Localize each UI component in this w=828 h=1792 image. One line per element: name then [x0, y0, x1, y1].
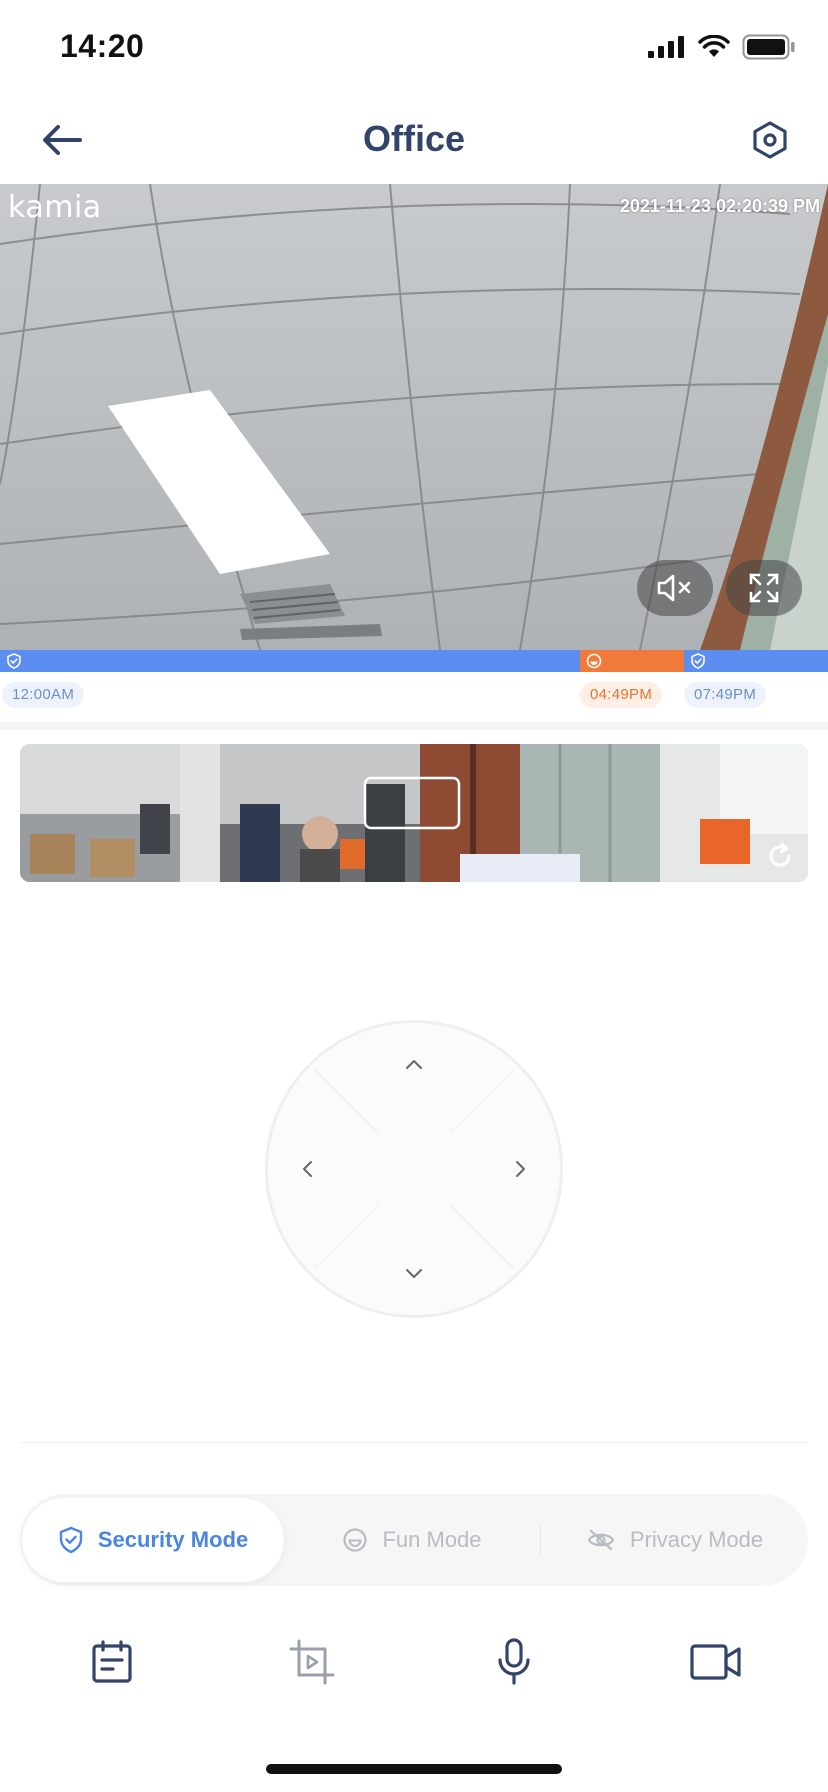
panorama-strip[interactable] — [20, 744, 808, 882]
time-label: 12:00AM — [2, 682, 85, 708]
record-button[interactable] — [684, 1630, 748, 1694]
microphone-icon — [498, 1638, 530, 1685]
privacy-mode-button[interactable]: Privacy Mode — [541, 1494, 808, 1586]
chevron-down-icon — [406, 1269, 422, 1278]
timeline-segment-security[interactable] — [684, 650, 828, 672]
ptz-direction-pad[interactable] — [265, 1020, 563, 1318]
header: Office — [0, 96, 828, 184]
divider — [0, 722, 828, 730]
bottom-toolbar — [0, 1630, 828, 1710]
live-video[interactable]: kamia 2021-11-23 02:20:39 PM — [0, 184, 828, 650]
refresh-icon — [769, 842, 791, 867]
security-mode-button[interactable]: Security Mode — [22, 1498, 284, 1582]
playback-calendar-button[interactable] — [80, 1630, 144, 1694]
page-title: Office — [362, 118, 466, 159]
status-icons — [648, 34, 796, 60]
mute-button[interactable] — [637, 560, 713, 616]
pan-right-button[interactable] — [496, 1144, 546, 1194]
smile-icon — [586, 653, 602, 669]
panorama-refresh-button[interactable] — [760, 836, 800, 876]
mode-timeline[interactable] — [0, 650, 828, 672]
chevron-up-icon — [406, 1060, 422, 1069]
battery-icon — [742, 34, 795, 60]
video-clip-icon — [289, 1639, 335, 1685]
video-timestamp: 2021-11-23 02:20:39 PM — [619, 196, 820, 216]
calendar-icon — [92, 1640, 132, 1683]
video-camera-icon — [690, 1644, 741, 1680]
signal-icon — [648, 36, 684, 58]
chevron-left-icon — [303, 1161, 312, 1177]
timeline-segment-security[interactable] — [0, 650, 580, 672]
chevron-right-icon — [516, 1161, 525, 1177]
talk-button[interactable] — [482, 1630, 546, 1694]
brand-logo: kamia — [8, 190, 102, 225]
fun-mode-button[interactable]: Fun Mode — [284, 1494, 540, 1586]
pan-down-button[interactable] — [389, 1249, 439, 1299]
hexagon-settings-icon — [753, 121, 787, 159]
status-time: 14:20 — [60, 28, 145, 64]
fullscreen-icon — [749, 573, 779, 603]
video-clip-button[interactable] — [280, 1630, 344, 1694]
shield-icon — [7, 653, 21, 669]
divider — [20, 1442, 808, 1443]
privacy-mode-label: Privacy Mode — [629, 1527, 764, 1552]
shield-icon — [691, 653, 705, 669]
wifi-icon — [698, 35, 730, 57]
panorama-image — [20, 744, 808, 882]
shield-icon — [59, 1526, 83, 1554]
fullscreen-button[interactable] — [726, 560, 802, 616]
settings-button[interactable] — [742, 112, 798, 168]
fun-mode-label: Fun Mode — [382, 1527, 482, 1552]
speaker-mute-icon — [657, 574, 691, 602]
eye-off-icon — [587, 1529, 615, 1551]
time-label: 07:49PM — [684, 682, 767, 708]
mode-selector: Security Mode Fun Mode Privacy Mode — [20, 1494, 808, 1586]
status-bar: 14:20 — [0, 0, 828, 96]
timeline-labels: 12:00AM 04:49PM 07:49PM — [0, 672, 828, 722]
pan-left-button[interactable] — [282, 1144, 332, 1194]
security-mode-label: Security Mode — [97, 1527, 249, 1552]
time-label: 04:49PM — [580, 682, 663, 708]
home-indicator — [266, 1764, 562, 1774]
pan-up-button[interactable] — [389, 1039, 439, 1089]
smile-icon — [343, 1528, 368, 1552]
timeline-segment-fun[interactable] — [580, 650, 684, 672]
